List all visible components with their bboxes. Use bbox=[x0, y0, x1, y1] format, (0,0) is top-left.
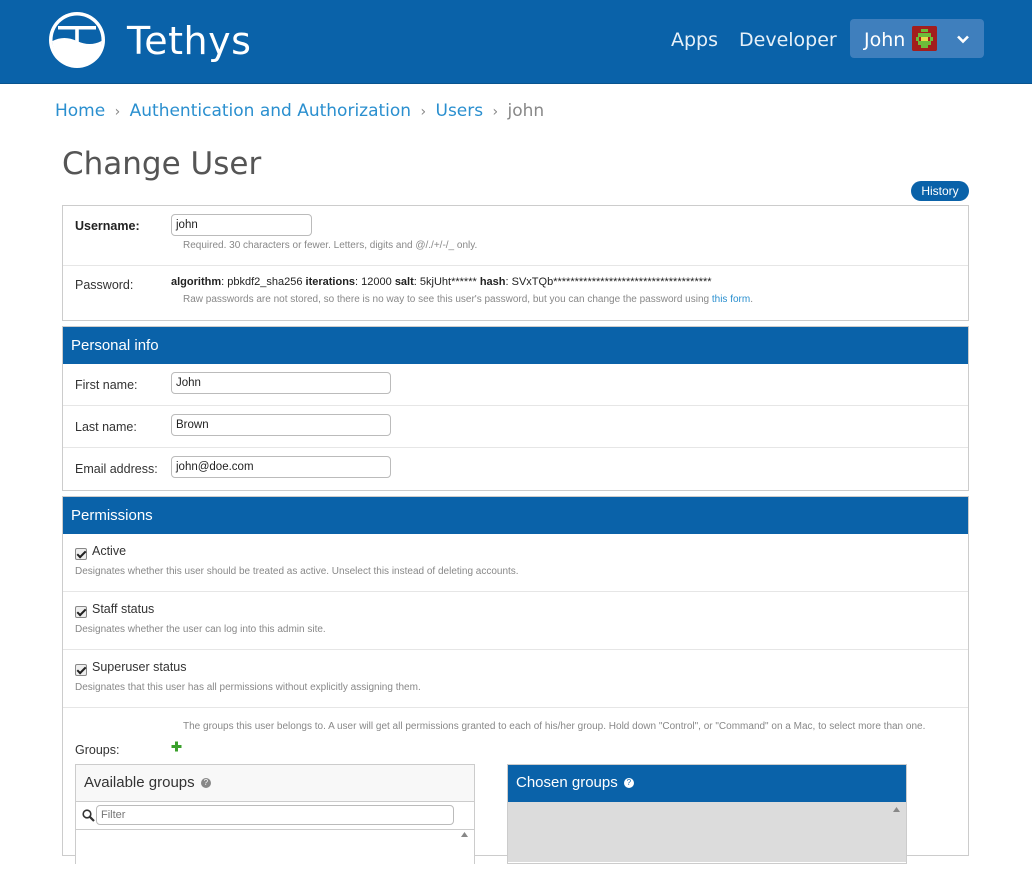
permissions-fieldset: Permissions Active Designates whether th… bbox=[62, 496, 969, 870]
password-hash-summary: algorithm: pbkdf2_sha256 iterations: 120… bbox=[171, 276, 712, 288]
pw-salt-value: : 5kjUht****** bbox=[413, 276, 480, 288]
top-navbar: Tethys Apps Developer John bbox=[0, 0, 1032, 84]
user-menu[interactable]: John bbox=[850, 19, 984, 58]
superuser-row: Superuser status Designates that this us… bbox=[63, 650, 968, 708]
history-button[interactable]: History bbox=[911, 181, 969, 201]
email-label: Email address: bbox=[75, 462, 158, 476]
scroll-up-icon[interactable] bbox=[461, 832, 468, 837]
password-help-end: . bbox=[750, 294, 753, 305]
breadcrumb-separator: › bbox=[114, 104, 121, 120]
user-name: John bbox=[864, 29, 906, 51]
password-label: Password: bbox=[75, 278, 134, 292]
tethys-logo-icon[interactable] bbox=[46, 9, 108, 71]
staff-checkbox[interactable] bbox=[75, 606, 87, 618]
active-help: Designates whether this user should be t… bbox=[75, 566, 519, 577]
account-fieldset: Username: john Required. 30 characters o… bbox=[62, 205, 969, 321]
add-group-plus-icon[interactable] bbox=[171, 741, 182, 752]
breadcrumb-separator: › bbox=[420, 104, 427, 120]
scroll-up-icon[interactable] bbox=[893, 807, 900, 812]
breadcrumb-home[interactable]: Home bbox=[55, 101, 105, 121]
staff-row: Staff status Designates whether the user… bbox=[63, 592, 968, 650]
personal-info-fieldset: Personal info First name: John Last name… bbox=[62, 326, 969, 491]
staff-help: Designates whether the user can log into… bbox=[75, 624, 326, 635]
page-title: Change User bbox=[62, 146, 262, 182]
chosen-groups-title: Chosen groups bbox=[516, 774, 618, 791]
first-name-label: First name: bbox=[75, 378, 138, 392]
username-help: Required. 30 characters or fewer. Letter… bbox=[183, 240, 478, 251]
nav-apps[interactable]: Apps bbox=[671, 29, 718, 51]
available-groups-title: Available groups bbox=[84, 774, 195, 791]
breadcrumb: Home › Authentication and Authorization … bbox=[55, 101, 544, 121]
username-row: Username: john Required. 30 characters o… bbox=[63, 206, 968, 266]
first-name-row: First name: John bbox=[63, 364, 968, 406]
username-label: Username: bbox=[75, 219, 140, 233]
avatar bbox=[912, 26, 937, 51]
last-name-row: Last name: Brown bbox=[63, 406, 968, 448]
pw-iterations-key: iterations bbox=[305, 276, 356, 288]
username-input[interactable]: john bbox=[171, 214, 312, 236]
search-icon bbox=[82, 809, 95, 822]
last-name-label: Last name: bbox=[75, 420, 137, 434]
groups-row: The groups this user belongs to. A user … bbox=[63, 708, 968, 870]
nav-developer[interactable]: Developer bbox=[739, 29, 837, 51]
help-question-icon[interactable]: ? bbox=[200, 778, 211, 789]
pw-salt-key: salt bbox=[394, 276, 414, 288]
permissions-heading: Permissions bbox=[63, 497, 968, 534]
pw-algorithm-value: : pbkdf2_sha256 bbox=[221, 276, 306, 288]
breadcrumb-auth[interactable]: Authentication and Authorization bbox=[130, 101, 411, 121]
groups-help: The groups this user belongs to. A user … bbox=[183, 721, 926, 732]
last-name-input[interactable]: Brown bbox=[171, 414, 391, 436]
first-name-input[interactable]: John bbox=[171, 372, 391, 394]
email-input[interactable]: john@doe.com bbox=[171, 456, 391, 478]
help-question-icon[interactable]: ? bbox=[623, 778, 634, 789]
breadcrumb-current: john bbox=[507, 101, 545, 121]
filter-bar bbox=[76, 802, 474, 830]
available-groups-list[interactable] bbox=[76, 830, 474, 870]
pw-iterations-value: : 12000 bbox=[355, 276, 395, 288]
chosen-groups-header: Chosen groups ? bbox=[508, 765, 906, 802]
superuser-label[interactable]: Superuser status bbox=[92, 660, 187, 674]
breadcrumb-users[interactable]: Users bbox=[436, 101, 484, 121]
password-row: Password: algorithm: pbkdf2_sha256 itera… bbox=[63, 266, 968, 321]
staff-label[interactable]: Staff status bbox=[92, 602, 154, 616]
password-help-text: Raw passwords are not stored, so there i… bbox=[183, 294, 712, 305]
chevron-down-icon[interactable] bbox=[956, 32, 970, 46]
breadcrumb-separator: › bbox=[492, 104, 499, 120]
available-groups-box: Available groups ? bbox=[75, 764, 475, 870]
groups-label: Groups: bbox=[75, 743, 120, 757]
chosen-groups-list[interactable] bbox=[508, 802, 906, 862]
avatar-identicon-icon bbox=[912, 26, 937, 51]
email-row: Email address: john@doe.com bbox=[63, 448, 968, 490]
pw-algorithm-key: algorithm bbox=[171, 276, 222, 288]
superuser-help: Designates that this user has all permis… bbox=[75, 682, 421, 693]
chosen-groups-box: Chosen groups ? bbox=[507, 764, 907, 864]
change-password-link[interactable]: this form bbox=[712, 294, 750, 305]
superuser-checkbox[interactable] bbox=[75, 664, 87, 676]
active-checkbox[interactable] bbox=[75, 548, 87, 560]
available-groups-header: Available groups ? bbox=[76, 765, 474, 802]
pw-hash-value: : SVxTQb********************************… bbox=[505, 276, 712, 288]
password-help: Raw passwords are not stored, so there i… bbox=[183, 294, 753, 305]
brand-name[interactable]: Tethys bbox=[127, 19, 251, 63]
group-filter-input[interactable] bbox=[96, 805, 454, 825]
active-label[interactable]: Active bbox=[92, 544, 126, 558]
pw-hash-key: hash bbox=[479, 276, 506, 288]
active-row: Active Designates whether this user shou… bbox=[63, 534, 968, 592]
personal-info-heading: Personal info bbox=[63, 327, 968, 364]
